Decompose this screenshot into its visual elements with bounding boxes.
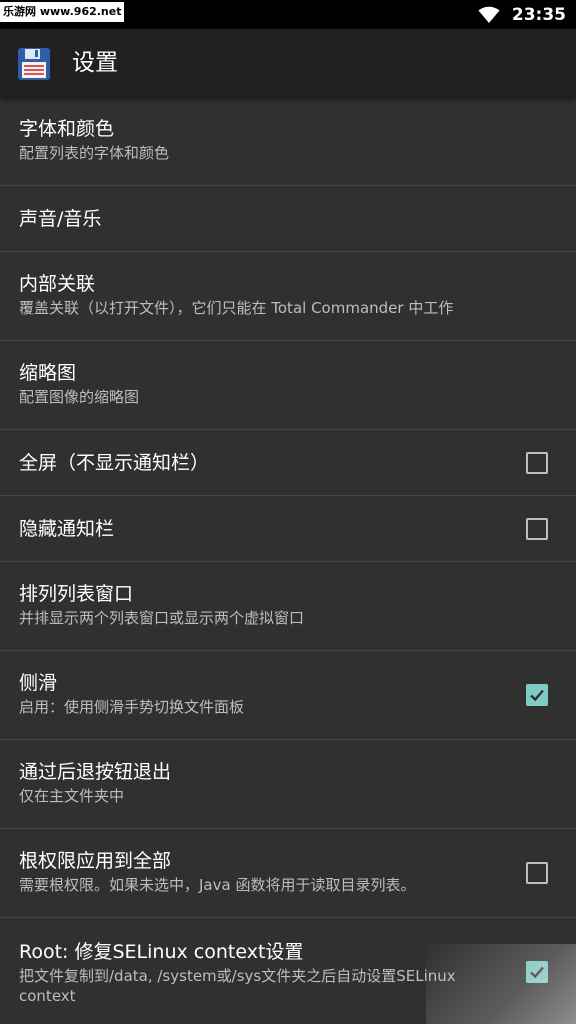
setting-fonts-colors[interactable]: 字体和颜色 配置列表的字体和颜色 [0,97,576,186]
setting-internal-associations[interactable]: 内部关联 覆盖关联（以打开文件），它们只能在 Total Commander 中… [0,252,576,341]
app-bar: 设置 [0,29,576,97]
wifi-icon [478,6,500,23]
checkmark-icon [530,689,544,702]
status-time: 23:35 [511,4,566,25]
hide-notification-bar-checkbox[interactable] [526,518,548,540]
setting-title: 排列列表窗口 [19,583,134,605]
setting-summary: 配置列表的字体和颜色 [19,144,170,162]
setting-swipe[interactable]: 侧滑 启用：使用侧滑手势切换文件面板 [0,651,576,740]
setting-summary: 启用：使用侧滑手势切换文件面板 [19,698,245,716]
setting-title: 隐藏通知栏 [19,518,115,540]
setting-summary: 配置图像的缩略图 [19,388,140,406]
fullscreen-checkbox[interactable] [526,452,548,474]
settings-list: 字体和颜色 配置列表的字体和颜色 声音/音乐 内部关联 覆盖关联（以打开文件），… [0,97,576,1024]
setting-title: Root: 修复SELinux context设置 [19,941,304,963]
root-apply-all-checkbox[interactable] [526,862,548,884]
setting-root-apply-all[interactable]: 根权限应用到全部 需要根权限。如果未选中，Java 函数将用于读取目录列表。 [0,829,576,918]
status-bar: 乐游网 www.962.net 23:35 [0,0,576,29]
setting-summary: 覆盖关联（以打开文件），它们只能在 Total Commander 中工作 [19,299,454,317]
setting-title: 全屏（不显示通知栏） [19,452,210,474]
setting-sound-music[interactable]: 声音/音乐 [0,186,576,252]
page-title: 设置 [72,50,118,76]
setting-title: 侧滑 [19,672,58,694]
watermark-text: 乐游网 www.962.net [0,2,125,22]
setting-title: 声音/音乐 [19,208,102,230]
setting-title: 内部关联 [19,273,96,295]
setting-title: 缩略图 [19,362,77,384]
setting-title: 通过后退按钮退出 [19,761,172,783]
setting-summary: 并排显示两个列表窗口或显示两个虚拟窗口 [19,609,305,627]
swipe-checkbox[interactable] [526,684,548,706]
setting-fullscreen[interactable]: 全屏（不显示通知栏） [0,430,576,496]
setting-summary: 把文件复制到/data, /system或/sys文件夹之后自动设置SELinu… [19,967,456,1005]
setting-hide-notification-bar[interactable]: 隐藏通知栏 [0,496,576,562]
floppy-disk-icon[interactable] [17,47,51,81]
status-indicators: 23:35 [478,0,566,29]
setting-summary: 需要根权限。如果未选中，Java 函数将用于读取目录列表。 [19,876,416,894]
setting-arrange-windows[interactable]: 排列列表窗口 并排显示两个列表窗口或显示两个虚拟窗口 [0,562,576,651]
setting-thumbnails[interactable]: 缩略图 配置图像的缩略图 [0,341,576,430]
setting-title: 根权限应用到全部 [19,850,172,872]
setting-title: 字体和颜色 [19,118,115,140]
setting-exit-back-button[interactable]: 通过后退按钮退出 仅在主文件夹中 [0,740,576,829]
watermark-overlay [426,944,576,1024]
setting-summary: 仅在主文件夹中 [19,787,125,805]
